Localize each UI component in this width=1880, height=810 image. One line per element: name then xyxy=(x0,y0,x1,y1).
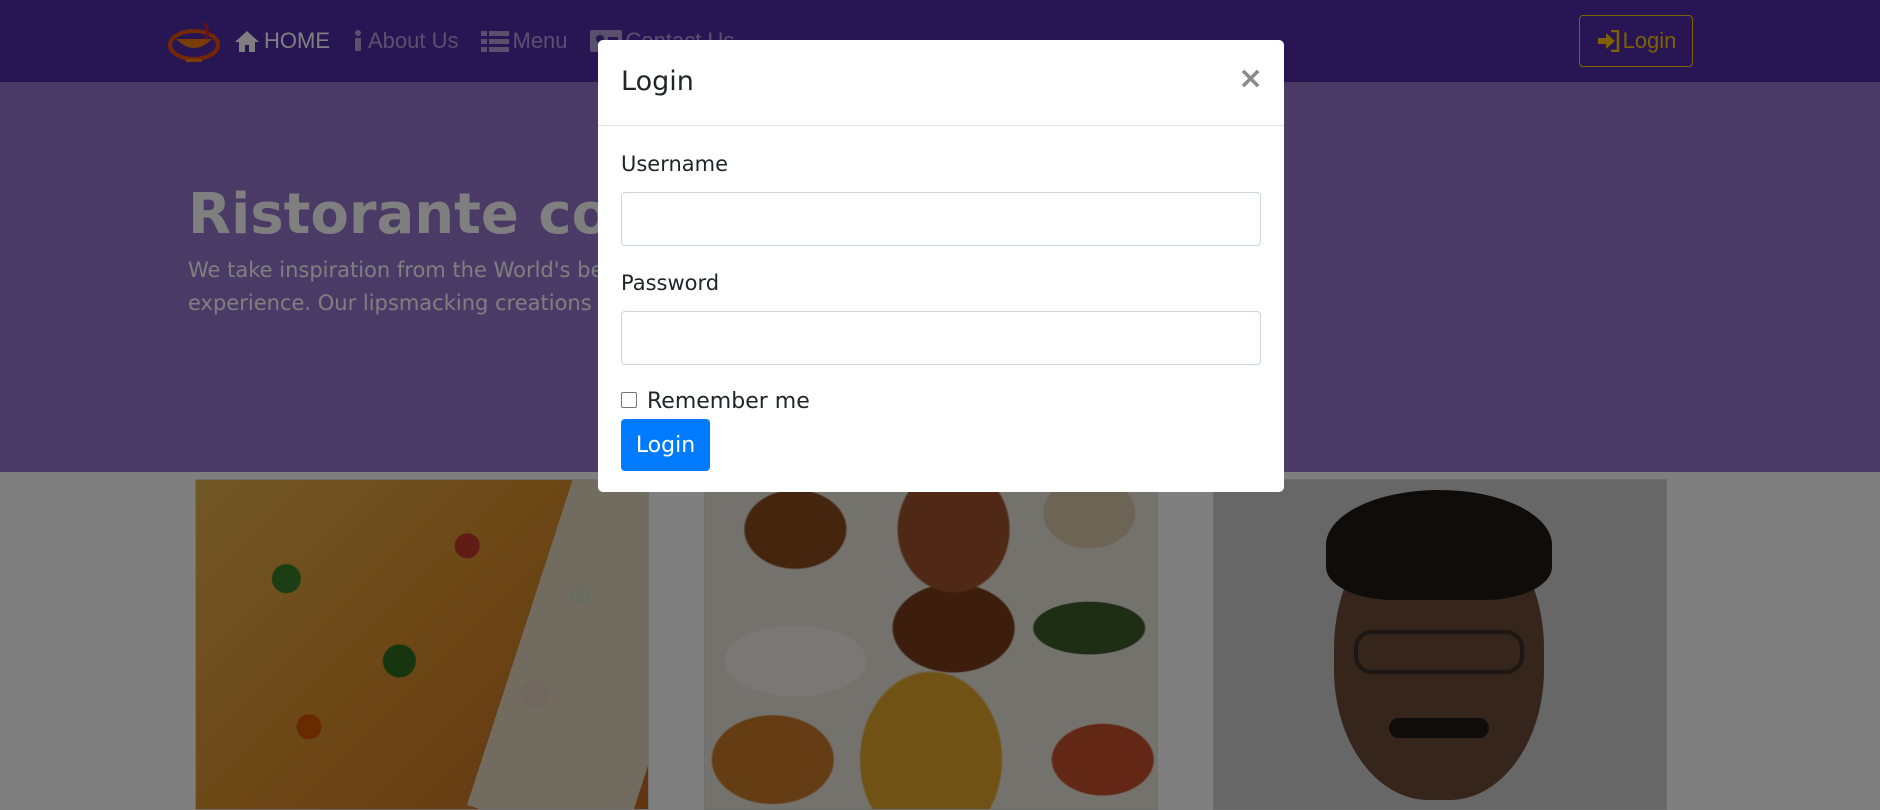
remember-me-checkbox[interactable] xyxy=(621,391,637,408)
modal-title: Login xyxy=(621,66,694,97)
remember-me-row: Remember me xyxy=(621,389,810,414)
modal-header: Login × xyxy=(598,40,1284,126)
close-icon[interactable]: × xyxy=(1238,64,1263,94)
login-submit-button[interactable]: Login xyxy=(621,419,710,471)
password-label: Password xyxy=(621,271,720,295)
remember-me-label[interactable]: Remember me xyxy=(647,389,810,414)
password-field[interactable] xyxy=(621,311,1261,365)
username-label: Username xyxy=(621,152,729,176)
username-field[interactable] xyxy=(621,192,1261,246)
login-modal: Login × Username Password Remember me Lo… xyxy=(598,40,1284,492)
